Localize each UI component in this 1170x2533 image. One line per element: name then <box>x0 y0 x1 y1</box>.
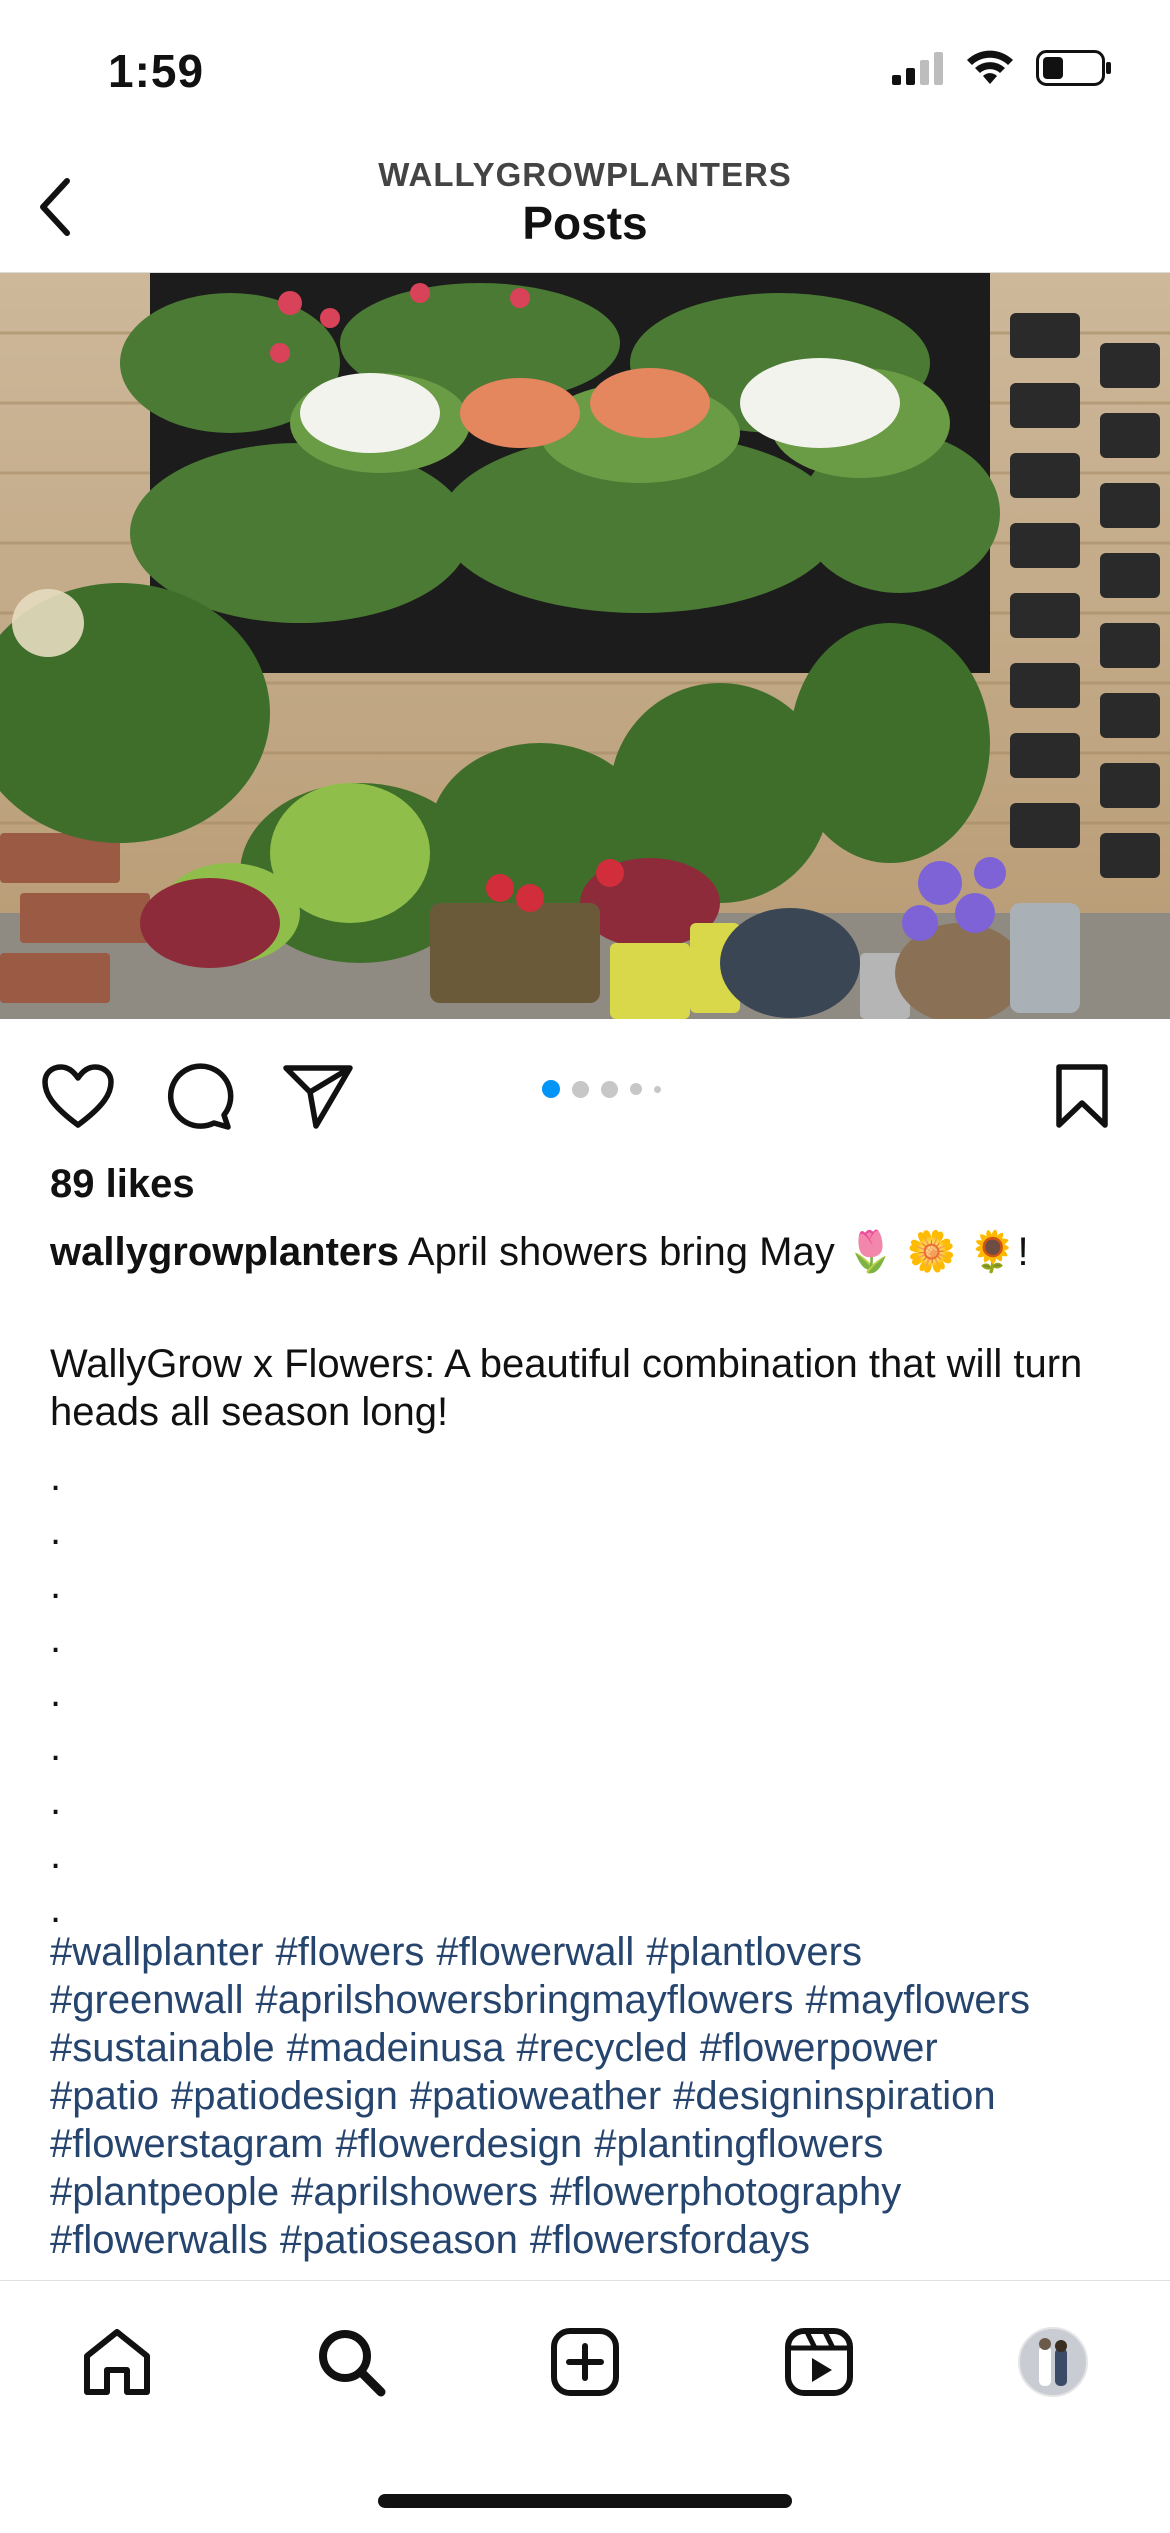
hashtag-link[interactable]: #patio <box>50 2074 159 2118</box>
carousel-dot <box>630 1083 642 1095</box>
hashtag-link[interactable]: #designinspiration <box>673 2074 995 2118</box>
separator-dot: . <box>50 1671 62 1715</box>
nav-header: WALLYGROWPLANTERS Posts <box>0 150 1170 273</box>
hashtag-link[interactable]: #flowerwall <box>436 1930 634 1974</box>
hashtag-link[interactable]: #flowerwalls <box>50 2218 268 2262</box>
carousel-dot-active <box>542 1080 560 1098</box>
separator-dot: . <box>50 1617 62 1661</box>
like-button[interactable] <box>38 1056 118 1136</box>
hashtag-link[interactable]: #flowerdesign <box>335 2122 582 2166</box>
separator-dot: . <box>50 1563 62 1607</box>
reels-icon <box>785 2328 853 2396</box>
wifi-icon <box>967 50 1013 84</box>
hashtag-link[interactable]: #flowerpower <box>700 2026 938 2070</box>
tab-search[interactable] <box>306 2317 396 2407</box>
status-icons <box>892 50 1112 86</box>
hashtag-link[interactable]: #greenwall <box>50 1978 243 2022</box>
carousel-dot <box>654 1085 661 1093</box>
carousel-dot <box>572 1080 589 1098</box>
hashtag-line: #greenwall #aprilshowersbringmayflowers #m… <box>50 1976 1140 2024</box>
tab-create[interactable] <box>540 2317 630 2407</box>
tab-reels[interactable] <box>774 2317 864 2407</box>
hashtag-link[interactable]: #wallplanter <box>50 1930 263 1974</box>
comment-button[interactable] <box>158 1056 238 1136</box>
plus-square-icon <box>551 2328 619 2396</box>
caption-paragraph: WallyGrow x Flowers: A beautiful combina… <box>50 1342 1083 1434</box>
post-photo <box>0 273 1170 1019</box>
post-caption: wallygrowplanters April showers bring Ma… <box>50 1228 1130 1276</box>
tab-home[interactable] <box>72 2317 162 2407</box>
status-time: 1:59 <box>108 45 205 97</box>
hashtag-link[interactable]: #flowers <box>275 1930 424 1974</box>
carousel-dot <box>601 1080 618 1098</box>
share-button[interactable] <box>278 1056 358 1136</box>
hashtag-link[interactable]: #sustainable <box>50 2026 275 2070</box>
caption-username[interactable]: wallygrowplanters <box>50 1230 399 1274</box>
bookmark-icon <box>1056 1064 1108 1128</box>
hashtag-link[interactable]: #flowersfordays <box>530 2218 810 2262</box>
carousel-indicator <box>542 1080 661 1098</box>
battery-icon <box>1036 50 1111 86</box>
separator-dot: . <box>50 1833 62 1877</box>
hashtag-link[interactable]: #aprilshowersbringmayflowers <box>255 1978 793 2022</box>
caption-text: April showers bring May 🌷 🌼 🌻! <box>407 1230 1029 1274</box>
hashtag-link[interactable]: #madeinusa <box>287 2026 505 2070</box>
hashtag-line: #wallplanter #flowers #flowerwall #plantlov… <box>50 1928 1140 1976</box>
hashtag-link[interactable]: #plantingflowers <box>594 2122 883 2166</box>
paper-plane-icon <box>283 1065 353 1129</box>
home-icon <box>84 2329 150 2395</box>
tab-profile[interactable] <box>1008 2317 1098 2407</box>
separator-dot: . <box>50 1509 62 1553</box>
search-icon <box>319 2330 386 2397</box>
comment-bubble-icon <box>168 1063 234 1130</box>
signal-icon <box>892 52 943 85</box>
profile-avatar <box>1018 2327 1088 2397</box>
hashtag-line: #sustainable #madeinusa #recycled #flowerpo… <box>50 2024 1140 2072</box>
hashtag-link[interactable]: #mayflowers <box>805 1978 1030 2022</box>
status-bar: 1:59 <box>0 0 1170 150</box>
hashtag-link[interactable]: #plantpeople <box>50 2170 279 2214</box>
caption-separator-dots: . . . . . . . . . <box>50 1450 61 1936</box>
home-indicator[interactable] <box>378 2494 792 2508</box>
hashtag-line: #patio #patiodesign #patioweather #designin… <box>50 2072 1140 2120</box>
page-title: Posts <box>522 197 648 249</box>
hashtag-link[interactable]: #patioseason <box>280 2218 518 2262</box>
likes-count[interactable]: 89 likes <box>50 1162 195 1207</box>
account-name[interactable]: WALLYGROWPLANTERS <box>0 156 1170 194</box>
save-button[interactable] <box>1042 1056 1122 1136</box>
hashtag-link[interactable]: #flowerstagram <box>50 2122 323 2166</box>
hashtag-link[interactable]: #aprilshowers <box>291 2170 538 2214</box>
hashtag-list: #wallplanter #flowers #flowerwall #plantlov… <box>50 1928 1140 2264</box>
hashtag-line: #flowerwalls #patioseason #flowersfordays <box>50 2216 1140 2264</box>
hashtag-line: #flowerstagram #flowerdesign #plantingflow… <box>50 2120 1140 2168</box>
post-image[interactable] <box>0 273 1170 1019</box>
hashtag-link[interactable]: #plantlovers <box>646 1930 862 1974</box>
heart-icon <box>42 1064 114 1128</box>
separator-dot: . <box>50 1779 62 1823</box>
hashtag-link[interactable]: #patiodesign <box>171 2074 398 2118</box>
hashtag-link[interactable]: #patioweather <box>410 2074 661 2118</box>
hashtag-line: #plantpeople #aprilshowers #flowerphotogra… <box>50 2168 1140 2216</box>
separator-dot: . <box>50 1725 62 1769</box>
hashtag-link[interactable]: #recycled <box>517 2026 688 2070</box>
separator-dot: . <box>50 1455 62 1499</box>
hashtag-link[interactable]: #flowerphotography <box>550 2170 901 2214</box>
